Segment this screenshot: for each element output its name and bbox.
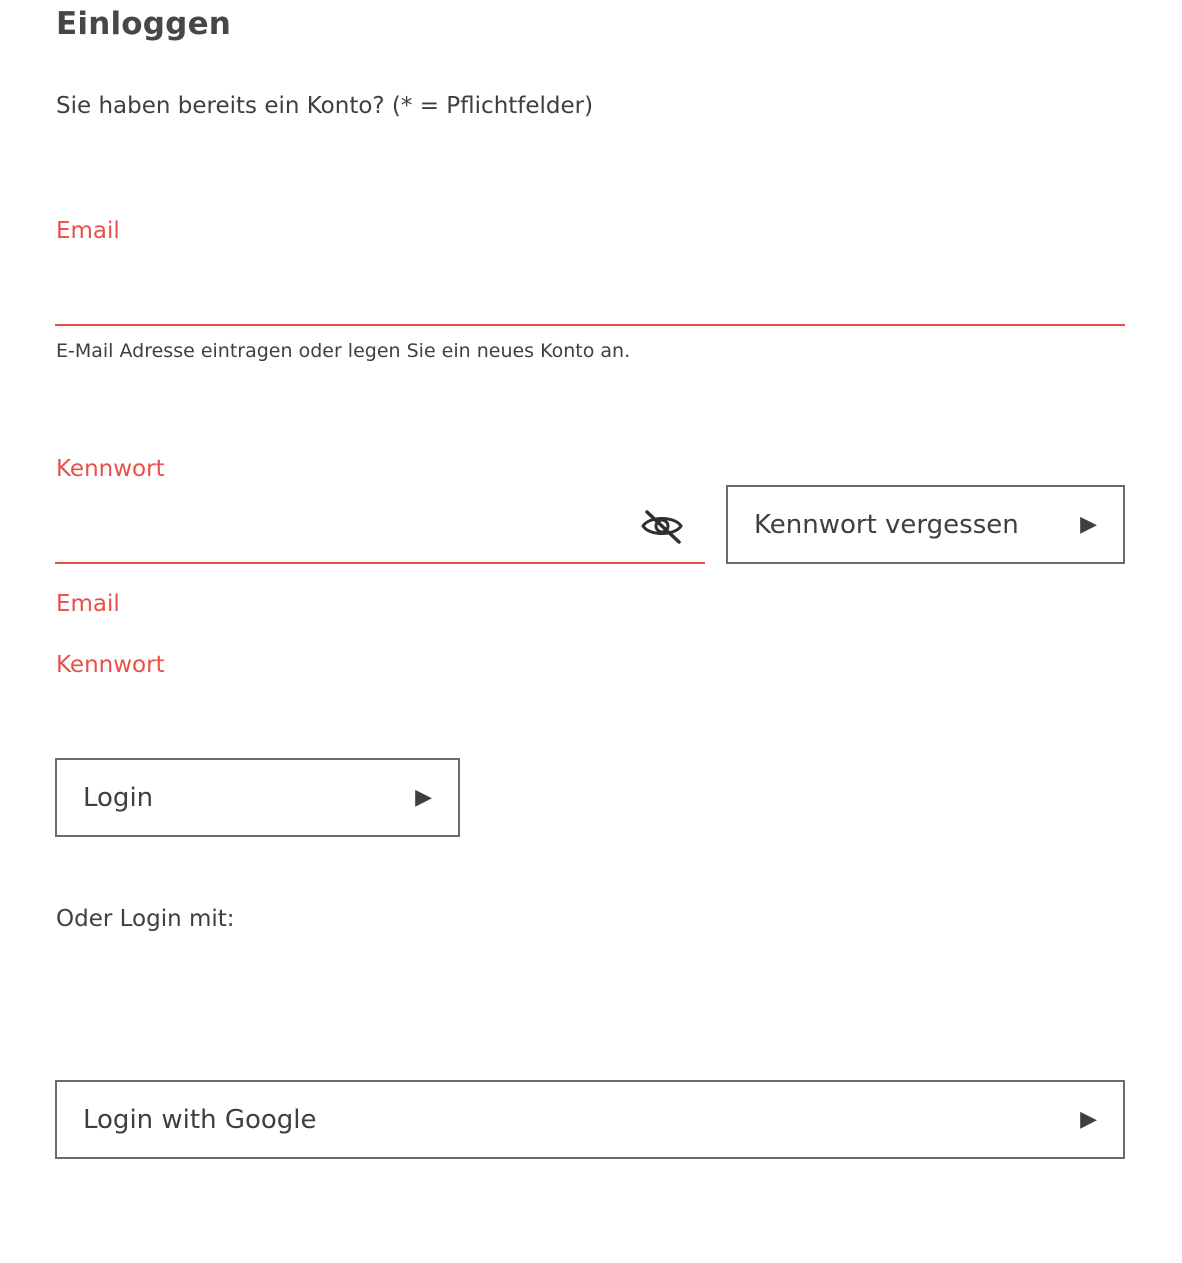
login-button[interactable]: Login ▶ — [55, 758, 460, 837]
password-field[interactable] — [55, 500, 705, 564]
play-arrow-icon: ▶ — [415, 784, 432, 810]
email-error: Email — [56, 591, 120, 617]
forgot-password-label: Kennwort vergessen — [754, 509, 1019, 540]
play-arrow-icon: ▶ — [1080, 511, 1097, 537]
intro-text: Sie haben bereits ein Konto? (* = Pflich… — [56, 93, 594, 119]
password-label: Kennwort — [56, 456, 165, 482]
email-field[interactable] — [55, 262, 1125, 326]
email-label: Email — [56, 218, 120, 244]
google-login-label: Login with Google — [83, 1104, 317, 1135]
password-error: Kennwort — [56, 652, 165, 678]
email-hint: E-Mail Adresse eintragen oder legen Sie … — [56, 340, 631, 362]
login-label: Login — [83, 782, 154, 813]
google-login-button[interactable]: Login with Google ▶ — [55, 1080, 1125, 1159]
eye-slash-icon[interactable] — [639, 506, 685, 546]
page-title: Einloggen — [56, 6, 232, 42]
forgot-password-button[interactable]: Kennwort vergessen ▶ — [726, 485, 1125, 564]
alt-login-text: Oder Login mit: — [56, 906, 235, 932]
play-arrow-icon: ▶ — [1080, 1106, 1097, 1132]
